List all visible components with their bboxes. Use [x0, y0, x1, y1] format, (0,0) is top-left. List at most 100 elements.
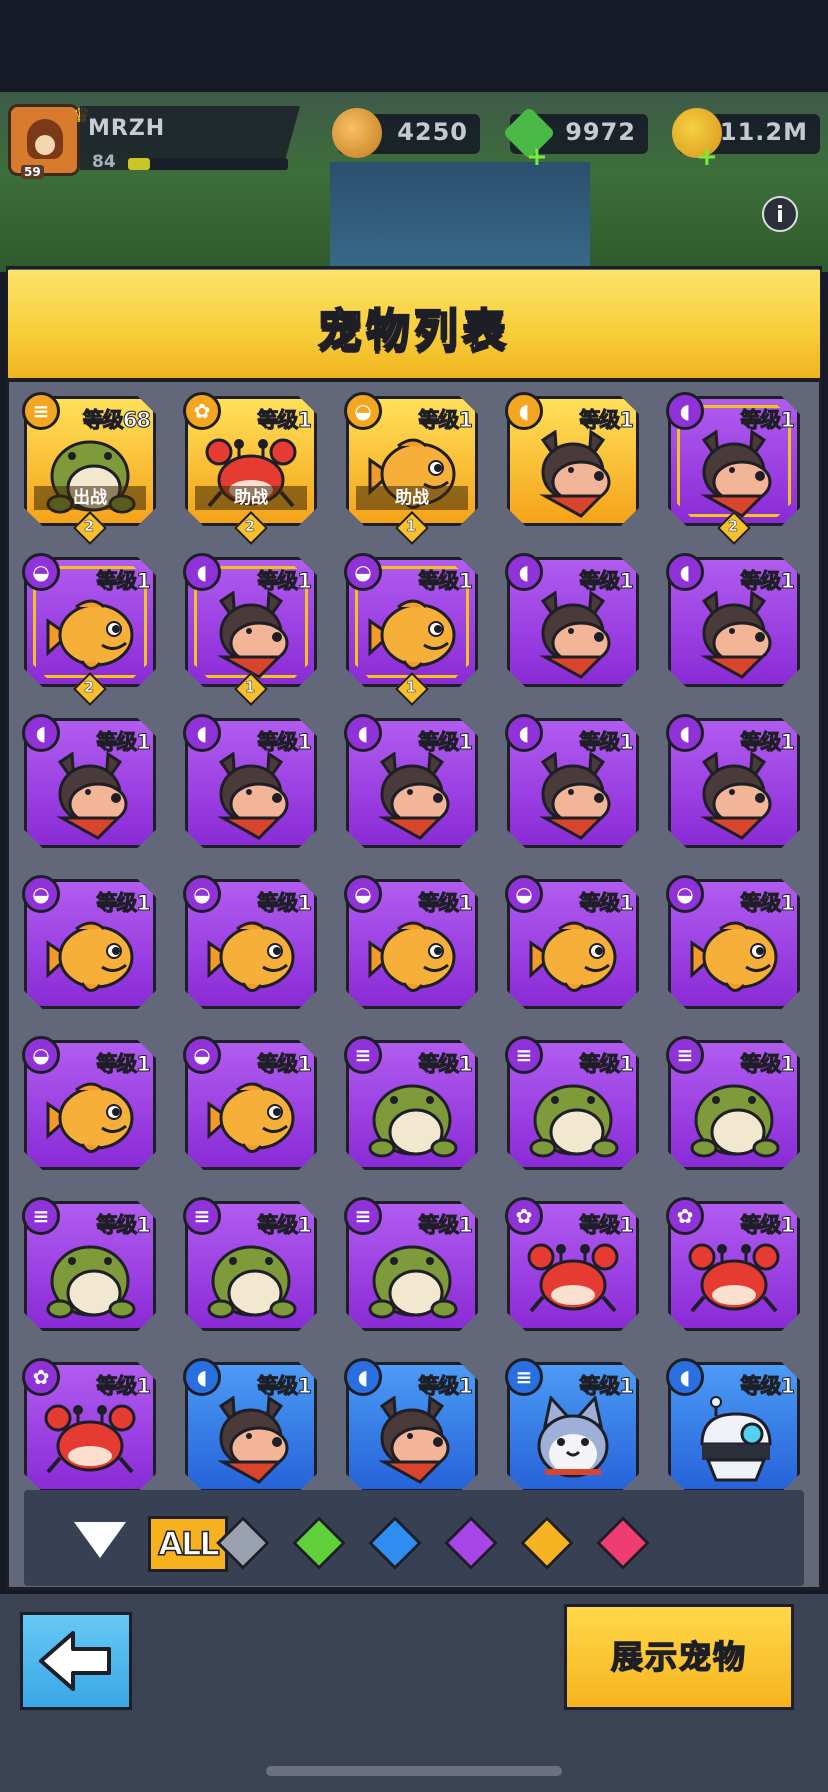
star-count: 2	[727, 517, 739, 536]
fish-class-icon: ◒	[666, 875, 704, 913]
pet-card-dog[interactable]: ◖ 等级1	[505, 553, 641, 689]
pet-grid: ≡ 等级68 出战 2 ✿ 等级1 助战 2 ◒ 等级1 助战 1 ◖ 等级1 ◖ 等级1 2 ◒ 等级1 2 ◖ 等级1…	[22, 392, 812, 1490]
pet-level: 等级1	[418, 891, 474, 916]
pet-card-dog[interactable]: ◖ 等级1	[183, 1358, 319, 1490]
coin-icon	[332, 108, 382, 158]
pet-level: 等级1	[579, 1213, 635, 1238]
dog-pet-image	[686, 751, 782, 840]
pet-level: 等级1	[579, 1374, 635, 1399]
red-gem-filter-icon[interactable]	[596, 1516, 650, 1570]
pet-card-dog[interactable]: ◖ 等级1	[344, 1358, 480, 1490]
pet-card-fish[interactable]: ◒ 等级1	[22, 1036, 158, 1172]
back-button[interactable]	[20, 1612, 132, 1710]
pet-card-dog[interactable]: ◖ 等级1 1	[183, 553, 319, 706]
dog-pet-image	[686, 590, 782, 679]
player-name: MRZH	[88, 116, 166, 141]
pet-card-fish[interactable]: ◒ 等级1	[183, 875, 319, 1011]
blue-gem-filter-icon[interactable]	[368, 1516, 422, 1570]
purple-gem-filter-icon[interactable]	[444, 1516, 498, 1570]
frog-class-icon: ≡	[22, 1197, 60, 1235]
player-level: 84	[92, 152, 116, 172]
fish-pet-image	[364, 913, 460, 1001]
crab-pet-image	[42, 1396, 138, 1484]
pet-level: 等级1	[96, 569, 152, 594]
status-bar-area	[0, 0, 828, 92]
star-count: 2	[83, 517, 95, 536]
pet-level: 等级1	[257, 891, 313, 916]
star-count-badge: 1	[395, 511, 429, 545]
pet-card-dog[interactable]: ◖ 等级1	[22, 714, 158, 850]
pet-card-dog[interactable]: ◖ 等级1	[183, 714, 319, 850]
dog-pet-image	[525, 429, 621, 518]
plus-icon: +	[526, 142, 548, 172]
crab-class-icon: ✿	[505, 1197, 543, 1235]
filter-all-button[interactable]: ALL	[148, 1516, 228, 1572]
pet-card-dog[interactable]: ◖ 等级1	[505, 392, 641, 528]
star-count: 2	[244, 517, 256, 536]
fish-pet-image	[364, 591, 460, 679]
pet-card-robot[interactable]: ◖ 等级1	[666, 1358, 802, 1490]
pet-card-crab[interactable]: ✿ 等级1 助战 2	[183, 392, 319, 545]
pet-card-fish[interactable]: ◒ 等级1	[666, 875, 802, 1011]
pet-card-fish[interactable]: ◒ 等级1	[22, 875, 158, 1011]
pet-card-frog[interactable]: ≡ 等级1	[666, 1036, 802, 1172]
dog-pet-image	[203, 590, 299, 679]
pet-level: 等级1	[418, 1052, 474, 1077]
crab-pet-image	[686, 1235, 782, 1323]
star-count-badge: 2	[73, 672, 107, 706]
coin-counter[interactable]: 4250	[332, 108, 480, 158]
dog-class-icon: ◖	[183, 1358, 221, 1396]
pet-card-fish[interactable]: ◒ 等级1	[344, 875, 480, 1011]
pet-level: 等级1	[418, 569, 474, 594]
pet-card-dog[interactable]: ◖ 等级1	[666, 553, 802, 689]
green-gem-filter-icon[interactable]	[292, 1516, 346, 1570]
pet-card-dog[interactable]: ◖ 等级1 2	[666, 392, 802, 545]
pet-card-frog[interactable]: ≡ 等级1	[344, 1036, 480, 1172]
frog-class-icon: ≡	[505, 1036, 543, 1074]
dog-class-icon: ◖	[344, 714, 382, 752]
pet-card-frog[interactable]: ≡ 等级68 出战 2	[22, 392, 158, 545]
orange-gem-filter-icon[interactable]	[520, 1516, 574, 1570]
show-pet-button[interactable]: 展示宠物	[564, 1604, 794, 1710]
pet-card-dog[interactable]: ◖ 等级1	[505, 714, 641, 850]
pet-level: 等级1	[96, 730, 152, 755]
pet-card-frog[interactable]: ≡ 等级1	[344, 1197, 480, 1333]
xp-bar	[128, 158, 288, 170]
fish-class-icon: ◒	[22, 553, 60, 591]
pet-card-frog[interactable]: ≡ 等级1	[22, 1197, 158, 1333]
pet-card-fish[interactable]: ◒ 等级1	[505, 875, 641, 1011]
pet-card-crab[interactable]: ✿ 等级1	[22, 1358, 158, 1490]
fish-class-icon: ◒	[22, 875, 60, 913]
pet-card-crab[interactable]: ✿ 等级1	[666, 1197, 802, 1333]
pet-level: 等级1	[740, 569, 796, 594]
star-count: 1	[405, 517, 417, 536]
pet-level: 等级1	[579, 569, 635, 594]
pet-level: 等级1	[257, 569, 313, 594]
sort-down-icon[interactable]	[74, 1522, 126, 1558]
pet-card-dog[interactable]: ◖ 等级1	[344, 714, 480, 850]
pet-card-frog[interactable]: ≡ 等级1	[183, 1197, 319, 1333]
info-button[interactable]: i	[762, 196, 798, 232]
pet-card-fish[interactable]: ◒ 等级1 2	[22, 553, 158, 706]
dog-pet-image	[203, 751, 299, 840]
dog-pet-image	[364, 1395, 460, 1484]
gem-counter[interactable]: + 9972	[502, 106, 648, 172]
pet-card-fish[interactable]: ◒ 等级1	[183, 1036, 319, 1172]
pet-level: 等级1	[257, 1374, 313, 1399]
pet-level: 等级1	[740, 1374, 796, 1399]
gem-value: 9972	[565, 118, 636, 146]
pet-card-dog[interactable]: ◖ 等级1	[666, 714, 802, 850]
pet-card-fish[interactable]: ◒ 等级1 1	[344, 553, 480, 706]
fish-pet-image	[42, 913, 138, 1001]
dog-pet-image	[364, 751, 460, 840]
pet-card-crab[interactable]: ✿ 等级1	[505, 1197, 641, 1333]
fish-class-icon: ◒	[344, 392, 382, 430]
pet-card-cat[interactable]: ≡ 等级1	[505, 1358, 641, 1490]
pet-card-frog[interactable]: ≡ 等级1	[505, 1036, 641, 1172]
gold-counter[interactable]: + 11.2M	[672, 108, 820, 172]
dog-class-icon: ◖	[666, 714, 704, 752]
star-count: 2	[83, 678, 95, 697]
pet-card-fish[interactable]: ◒ 等级1 助战 1	[344, 392, 480, 545]
dog-class-icon: ◖	[666, 1358, 704, 1396]
player-avatar[interactable]: ♛ 59	[8, 103, 91, 179]
